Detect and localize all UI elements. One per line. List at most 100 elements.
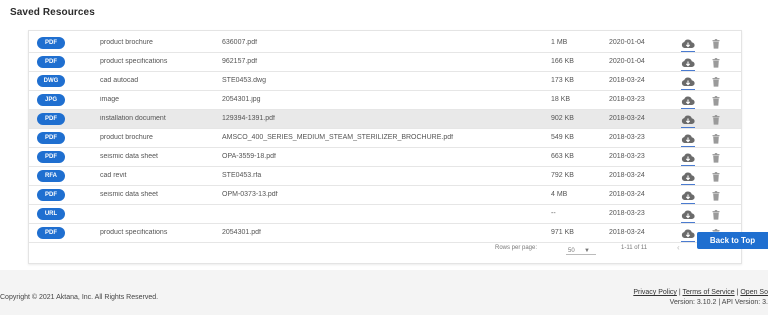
- resource-type: installation document: [100, 115, 166, 122]
- file-type-badge[interactable]: PDF: [37, 56, 65, 68]
- file-type-badge[interactable]: PDF: [37, 37, 65, 49]
- cloud-download-icon[interactable]: [681, 172, 695, 185]
- cloud-download-icon[interactable]: [681, 210, 695, 223]
- trash-icon[interactable]: [712, 210, 720, 222]
- trash-icon[interactable]: [712, 172, 720, 184]
- table-row: JPG image 2054301.jpg 18 KB 2018-03-23: [29, 91, 741, 110]
- file-type-badge[interactable]: DWG: [37, 75, 65, 87]
- saved-date: 2018-03-24: [609, 229, 645, 236]
- cloud-download-icon[interactable]: [681, 115, 695, 128]
- cloud-download-icon[interactable]: [681, 191, 695, 204]
- table-row: DWG cad autocad STE0453.dwg 173 KB 2018-03-2…: [29, 72, 741, 91]
- trash-icon[interactable]: [712, 153, 720, 165]
- file-name: 2054301.pdf: [222, 229, 261, 236]
- file-name: AMSCO_400_SERIES_MEDIUM_STEAM_STERILIZER…: [222, 134, 454, 141]
- trash-icon[interactable]: [712, 134, 720, 146]
- table-row: PDF product specifications 962157.pdf 166 K…: [29, 53, 741, 72]
- rows-per-page-label: Rows per page:: [495, 245, 538, 251]
- saved-date: 2018-03-23: [609, 134, 645, 141]
- trash-icon[interactable]: [712, 96, 720, 108]
- file-type-badge[interactable]: PDF: [37, 151, 65, 163]
- page-content-area: Saved Resources PDF product brochure 63600…: [0, 0, 768, 270]
- saved-date: 2018-03-24: [609, 172, 645, 179]
- privacy-policy-link[interactable]: Privacy Policy: [633, 289, 677, 296]
- resource-type: cad revit: [100, 172, 127, 179]
- file-type-badge[interactable]: PDF: [37, 132, 65, 144]
- saved-date: 2018-03-23: [609, 210, 645, 217]
- file-type-badge[interactable]: PDF: [37, 113, 65, 125]
- file-size: --: [551, 210, 556, 217]
- table-row: URL -- 2018-03-23: [29, 205, 741, 224]
- file-name: 962157.pdf: [222, 58, 258, 65]
- caret-down-icon: ▼: [584, 248, 590, 254]
- rows-per-page-value: 50: [568, 248, 575, 254]
- table-row: PDF seismic data sheet OPA-3559-18.pdf 663 …: [29, 148, 741, 167]
- footer-links: Privacy Policy | Terms of Service | Open…: [633, 289, 768, 296]
- saved-date: 2020-01-04: [609, 39, 645, 46]
- pagination-range: 1-11 of 11: [621, 245, 648, 251]
- file-name: STE0453.dwg: [222, 77, 266, 84]
- trash-icon[interactable]: [712, 39, 720, 51]
- trash-icon[interactable]: [712, 77, 720, 89]
- resource-type: seismic data sheet: [100, 153, 158, 160]
- resource-type: cad autocad: [100, 77, 139, 84]
- resource-type: product brochure: [100, 134, 153, 141]
- trash-icon[interactable]: [712, 58, 720, 70]
- file-name: 636007.pdf: [222, 39, 258, 46]
- back-to-top-button[interactable]: Back to Top: [697, 232, 768, 249]
- file-size: 902 KB: [551, 115, 574, 122]
- open-source-link[interactable]: Open So: [740, 289, 768, 296]
- file-size: 663 KB: [551, 153, 574, 160]
- table-row: RFA cad revit STE0453.rfa 792 KB 2018-03-24: [29, 167, 741, 186]
- file-type-badge[interactable]: URL: [37, 208, 65, 220]
- resource-type: product brochure: [100, 39, 153, 46]
- resource-type: seismic data sheet: [100, 191, 158, 198]
- file-size: 173 KB: [551, 77, 574, 84]
- resource-type: image: [100, 96, 120, 103]
- file-type-badge[interactable]: PDF: [37, 189, 65, 201]
- file-type-badge[interactable]: RFA: [37, 170, 65, 182]
- file-size: 549 KB: [551, 134, 574, 141]
- cloud-download-icon[interactable]: [681, 39, 695, 52]
- file-size: 1 MB: [551, 39, 568, 46]
- saved-date: 2018-03-24: [609, 77, 645, 84]
- cloud-download-icon[interactable]: [681, 96, 695, 109]
- saved-date: 2018-03-23: [609, 153, 645, 160]
- cloud-download-icon[interactable]: [681, 153, 695, 166]
- file-name: 129394-1391.pdf: [222, 115, 275, 122]
- cloud-download-icon[interactable]: [681, 134, 695, 147]
- file-size: 18 KB: [551, 96, 571, 103]
- file-size: 166 KB: [551, 58, 574, 65]
- cloud-download-icon[interactable]: [681, 77, 695, 90]
- table-row: PDF seismic data sheet OPM-0373-13.pdf 4 MB…: [29, 186, 741, 205]
- previous-page-button[interactable]: ‹: [677, 243, 680, 252]
- trash-icon[interactable]: [712, 115, 720, 127]
- trash-icon[interactable]: [712, 191, 720, 203]
- resource-type: product specifications: [100, 229, 168, 236]
- rows-per-page-select[interactable]: 50 ▼: [566, 242, 596, 255]
- file-size: 971 KB: [551, 229, 574, 236]
- resources-table: PDF product brochure 636007.pdf 1 MB 2020-01…: [29, 34, 741, 243]
- table-row: PDF product brochure 636007.pdf 1 MB 2020-01…: [29, 34, 741, 53]
- table-row: PDF product brochure AMSCO_400_SERIES_MEDI…: [29, 129, 741, 148]
- file-name: OPA-3559-18.pdf: [222, 153, 276, 160]
- footer-separator: |: [736, 289, 739, 296]
- file-size: 792 KB: [551, 172, 574, 179]
- file-name: STE0453.rfa: [222, 172, 262, 179]
- file-type-badge[interactable]: PDF: [37, 227, 65, 239]
- saved-date: 2020-01-04: [609, 58, 645, 65]
- cloud-download-icon[interactable]: [681, 58, 695, 71]
- footer-separator: |: [678, 289, 681, 296]
- table-row: PDF installation document 129394-1391.pdf 9…: [29, 110, 741, 129]
- file-name: 2054301.jpg: [222, 96, 261, 103]
- footer-version: Version: 3.10.2 | API Version: 3.: [669, 299, 768, 306]
- terms-of-service-link[interactable]: Terms of Service: [683, 289, 735, 296]
- footer-copyright: Copyright © 2021 Aktana, Inc. All Rights…: [0, 294, 159, 301]
- section-title: Saved Resources: [10, 7, 95, 18]
- file-name: OPM-0373-13.pdf: [222, 191, 278, 198]
- saved-date: 2018-03-24: [609, 115, 645, 122]
- file-type-badge[interactable]: JPG: [37, 94, 65, 106]
- resource-type: product specifications: [100, 58, 168, 65]
- pagination-bar: Rows per page: 50 ▼ 1-11 of 11 ‹: [29, 239, 741, 259]
- resources-card: PDF product brochure 636007.pdf 1 MB 2020-01…: [28, 30, 742, 264]
